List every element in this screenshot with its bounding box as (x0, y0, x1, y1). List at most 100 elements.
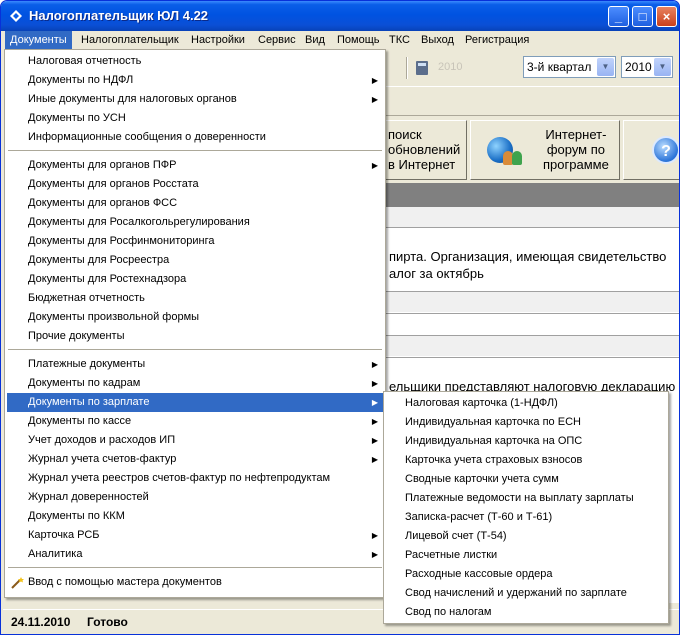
menu-view[interactable]: Вид (300, 31, 330, 50)
row-divider (386, 357, 679, 358)
toolbar: 2010 3-й квартал ▼ 2010 ▼ (386, 53, 679, 83)
submenu-item-tax-summary[interactable]: Свод по налогам (386, 603, 666, 622)
menu-item-free-form[interactable]: Документы произвольной формы (7, 308, 383, 327)
menu-item-label: Документы по кассе (28, 415, 132, 427)
menu-item-label: Документы для Росреестра (28, 254, 170, 266)
menu-item-budget[interactable]: Бюджетная отчетность (7, 289, 383, 308)
menu-item-ndfl[interactable]: Документы по НДФЛ ▶ (7, 71, 383, 90)
help-button[interactable]: ? (623, 120, 679, 180)
menu-item-proxy-journal[interactable]: Журнал доверенностей (7, 488, 383, 507)
submenu-arrow-icon: ▶ (371, 398, 378, 407)
year-select[interactable]: 2010 ▼ (621, 56, 673, 78)
menu-item-other-tax[interactable]: Иные документы для налоговых органов ▶ (7, 90, 383, 109)
status-date: 24.11.2010 (11, 615, 71, 629)
submenu-item-t60-t61[interactable]: Записка-расчет (Т-60 и Т-61) (386, 508, 666, 527)
menu-item-label: Документы для Росалкогольрегулирования (28, 216, 250, 228)
minimize-icon: _ (614, 9, 623, 24)
menu-item-label: Прочие документы (28, 330, 125, 342)
menu-item-payments[interactable]: Платежные документы ▶ (7, 355, 383, 374)
menu-item-label: Документы по кадрам (28, 377, 141, 389)
submenu-item-esn-card[interactable]: Индивидуальная карточка по ЕСН (386, 413, 666, 432)
menu-item-label: Журнал учета счетов-фактур (28, 453, 177, 465)
menu-exit[interactable]: Выход (416, 31, 459, 50)
menu-item-label: Документы для Ростехнадзора (28, 273, 187, 285)
submenu-item-accruals-summary[interactable]: Свод начислений и удержаний по зарплате (386, 584, 666, 603)
update-line: поиск (388, 127, 422, 142)
menu-item-salary[interactable]: Документы по зарплате ▶ (7, 393, 383, 412)
submenu-item-t54[interactable]: Лицевой счет (Т-54) (386, 527, 666, 546)
menu-registration[interactable]: Регистрация (460, 31, 534, 50)
submenu-item-summary-cards[interactable]: Сводные карточки учета сумм (386, 470, 666, 489)
close-icon: × (662, 9, 671, 24)
menu-taxpayer[interactable]: Налогоплательщик (76, 31, 184, 50)
submenu-arrow-icon: ▶ (371, 95, 378, 104)
update-line: обновлений (388, 142, 461, 157)
menu-item-other[interactable]: Прочие документы (7, 327, 383, 346)
menu-item-kkm[interactable]: Документы по ККМ (7, 507, 383, 526)
menu-item-label: Документы для органов Росстата (28, 178, 199, 190)
menu-item-label: Журнал доверенностей (28, 491, 149, 503)
menu-item-rosreestr[interactable]: Документы для Росреестра (7, 251, 383, 270)
app-icon (10, 10, 22, 22)
quarter-value: 3-й квартал (527, 60, 592, 74)
menu-item-hr[interactable]: Документы по кадрам ▶ (7, 374, 383, 393)
menu-help[interactable]: Помощь (332, 31, 385, 50)
menu-item-oil-invoices[interactable]: Журнал учета реестров счетов-фактур по н… (7, 469, 383, 488)
chevron-down-icon[interactable]: ▼ (597, 58, 614, 76)
minimize-button[interactable]: _ (608, 6, 629, 27)
forum-line: форум по (546, 142, 605, 157)
news-row (386, 207, 679, 227)
title-bar[interactable]: Налогоплательщик ЮЛ 4.22 _ □ × (1, 1, 679, 31)
chevron-down-icon[interactable]: ▼ (654, 58, 671, 76)
submenu-item-cash-orders[interactable]: Расходные кассовые ордера (386, 565, 666, 584)
menu-item-label: Документы по НДФЛ (28, 74, 134, 86)
menu-item-rosstat[interactable]: Документы для органов Росстата (7, 175, 383, 194)
submenu-item-payslips[interactable]: Расчетные листки (386, 546, 666, 565)
forum-button[interactable]: Интернет- форум по программе (470, 120, 620, 180)
menu-item-pfr[interactable]: Документы для органов ПФР ▶ (7, 156, 383, 175)
menu-item-fss[interactable]: Документы для органов ФСС (7, 194, 383, 213)
news-text: пирта. Организация, имеющая свидетельств… (389, 249, 667, 264)
calculator-icon[interactable] (416, 61, 428, 75)
close-button[interactable]: × (656, 6, 677, 27)
submenu-arrow-icon: ▶ (371, 531, 378, 540)
menu-item-analytics[interactable]: Аналитика ▶ (7, 545, 383, 564)
maximize-button[interactable]: □ (632, 6, 653, 27)
submenu-item-1ndfl[interactable]: Налоговая карточка (1-НДФЛ) (386, 394, 666, 413)
menu-item-label: Бюджетная отчетность (28, 292, 145, 304)
update-search-label: поиск обновлений в Интернет (388, 127, 460, 172)
wand-icon (11, 577, 24, 589)
menu-item-label: Иные документы для налоговых органов (28, 93, 237, 105)
toolbar-separator (406, 57, 408, 79)
menu-item-rosalko[interactable]: Документы для Росалкогольрегулирования (7, 213, 383, 232)
menu-item-rosfinmon[interactable]: Документы для Росфинмониторинга (7, 232, 383, 251)
menu-item-label: Документы для органов ФСС (28, 197, 178, 209)
quarter-select[interactable]: 3-й квартал ▼ (523, 56, 616, 78)
submenu-item-payroll-sheets[interactable]: Платежные ведомости на выплату зарплаты (386, 489, 666, 508)
menu-documents[interactable]: Документы (5, 31, 72, 50)
menu-item-wizard[interactable]: Ввод с помощью мастера документов (7, 573, 383, 592)
menu-divider (8, 349, 382, 351)
menu-item-label: Налоговая отчетность (28, 55, 142, 67)
menu-item-label: Документы по ККМ (28, 510, 125, 522)
menu-item-rsb[interactable]: Карточка РСБ ▶ (7, 526, 383, 545)
submenu-arrow-icon: ▶ (371, 417, 378, 426)
menu-item-tax-reporting[interactable]: Налоговая отчетность (7, 52, 383, 71)
menu-service[interactable]: Сервис (253, 31, 301, 50)
update-line: в Интернет (388, 157, 456, 172)
submenu-arrow-icon: ▶ (371, 161, 378, 170)
salary-submenu: Налоговая карточка (1-НДФЛ) Индивидуальн… (383, 391, 669, 624)
menu-item-cash[interactable]: Документы по кассе ▶ (7, 412, 383, 431)
menu-item-invoice-journal[interactable]: Журнал учета счетов-фактур ▶ (7, 450, 383, 469)
menu-item-rostekhnadzor[interactable]: Документы для Ростехнадзора (7, 270, 383, 289)
menu-bar: Документы Налогоплательщик Настройки Сер… (3, 31, 679, 50)
menu-tks[interactable]: ТКС (384, 31, 415, 50)
menu-item-usn[interactable]: Документы по УСН (7, 109, 383, 128)
menu-item-proxy-info[interactable]: Информационные сообщения о доверенности (7, 128, 383, 147)
menu-settings[interactable]: Настройки (186, 31, 250, 50)
submenu-item-insurance-card[interactable]: Карточка учета страховых взносов (386, 451, 666, 470)
menu-item-label: Документы по зарплате (28, 396, 150, 408)
menu-item-ip-accounting[interactable]: Учет доходов и расходов ИП ▶ (7, 431, 383, 450)
menu-item-label: Аналитика (28, 548, 83, 560)
submenu-item-ops-card[interactable]: Индивидуальная карточка на ОПС (386, 432, 666, 451)
